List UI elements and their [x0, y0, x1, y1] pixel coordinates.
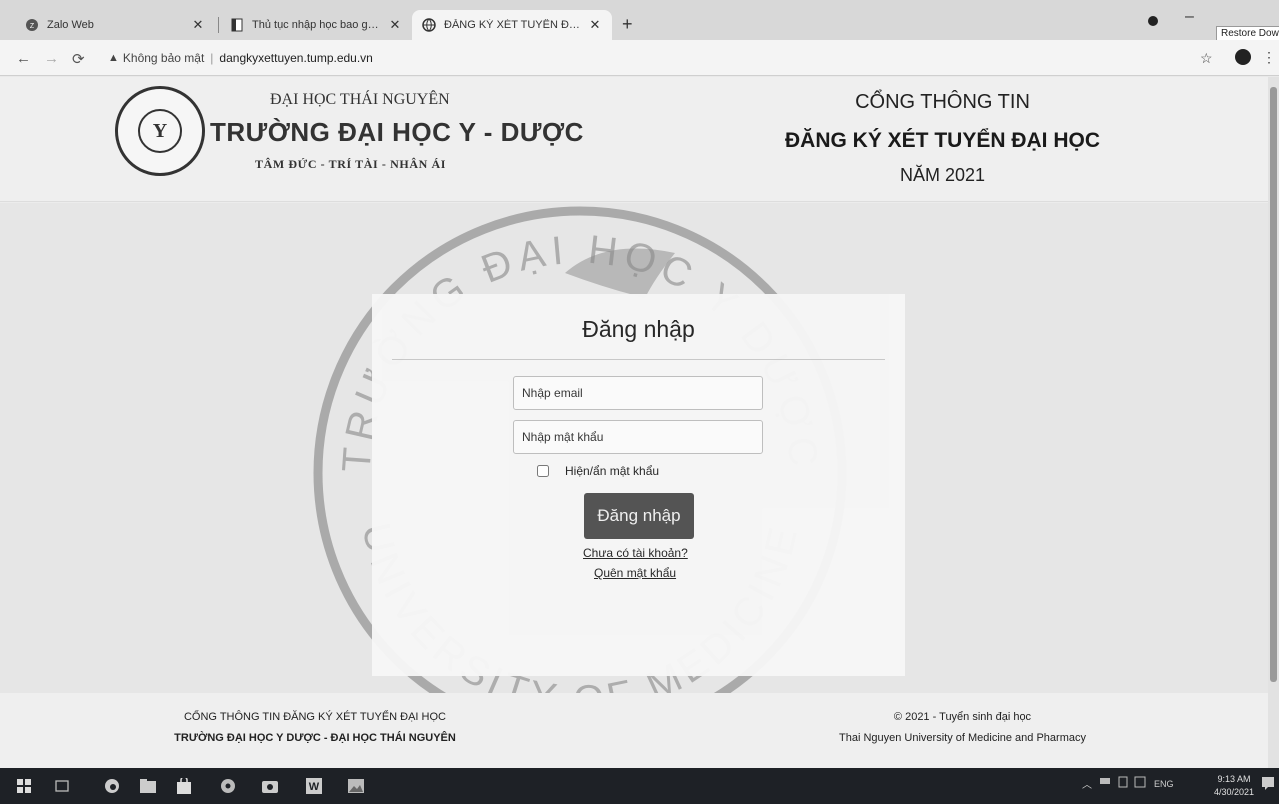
- taskbar-clock[interactable]: 9:13 AM 4/30/2021: [1212, 773, 1256, 799]
- tab-title: ĐĂNG KÝ XÉT TUYỂN ĐẠI HỌC: [444, 19, 580, 31]
- security-label[interactable]: Không bảo mật: [123, 51, 204, 65]
- tab-title: Zalo Web: [47, 19, 94, 31]
- email-input[interactable]: [513, 376, 763, 410]
- footer-portal-name: CỔNG THÔNG TIN ĐĂNG KÝ XÉT TUYỂN ĐẠI HỌC: [183, 711, 446, 723]
- login-button[interactable]: Đăng nhập: [584, 493, 694, 539]
- new-tab-button[interactable]: +: [622, 15, 633, 33]
- footer-university-english: Thai Nguyen University of Medicine and P…: [838, 732, 1086, 744]
- volume-icon[interactable]: [1134, 776, 1146, 791]
- tab-thu-tuc[interactable]: Thủ tục nhập học bao gồm nhữn ✕: [220, 10, 412, 40]
- password-input[interactable]: [513, 420, 763, 454]
- zalo-icon: Z: [25, 18, 39, 32]
- menu-icon[interactable]: ⋮: [1262, 49, 1276, 66]
- notifications-icon[interactable]: [1262, 777, 1274, 794]
- language-indicator[interactable]: ENG: [1154, 779, 1174, 789]
- close-icon[interactable]: ✕: [388, 17, 402, 33]
- login-title: Đăng nhập: [582, 316, 695, 342]
- show-password-checkbox[interactable]: [537, 465, 549, 477]
- back-button[interactable]: ←: [16, 50, 31, 67]
- edge-browser-icon[interactable]: [102, 776, 122, 796]
- footer-copyright: © 2021 - Tuyển sinh đại học: [893, 711, 1032, 723]
- clock-time: 9:13 AM: [1217, 774, 1251, 784]
- file-explorer-icon[interactable]: [138, 776, 158, 796]
- forgot-password-link[interactable]: Quên mật khẩu: [594, 566, 676, 580]
- page-viewport: Y ĐẠI HỌC THÁI NGUYÊN TRƯỜNG ĐẠI HỌC Y -…: [0, 77, 1279, 768]
- footer-university-name: TRƯỜNG ĐẠI HỌC Y DƯỢC - ĐẠI HỌC THÁI NGU…: [174, 732, 456, 744]
- windows-start-icon[interactable]: [14, 776, 34, 796]
- browser-tab-strip: Z Zalo Web ✕ Thủ tục nhập học bao gồm nh…: [0, 0, 1279, 41]
- logo-emblem: Y: [138, 109, 182, 153]
- reload-button[interactable]: ⟳: [72, 50, 85, 68]
- globe-icon: [422, 18, 436, 32]
- battery-icon[interactable]: [1118, 776, 1128, 791]
- parent-university: ĐẠI HỌC THÁI NGUYÊN: [270, 91, 450, 108]
- url-divider: |: [210, 51, 214, 65]
- clock-date: 4/30/2021: [1213, 787, 1255, 797]
- profile-indicator-icon[interactable]: [1147, 14, 1159, 32]
- svg-text:Z: Z: [30, 23, 35, 30]
- portal-title-line2: ĐĂNG KÝ XÉT TUYỂN ĐẠI HỌC: [784, 129, 1101, 152]
- scrollbar-thumb[interactable]: [1270, 87, 1277, 682]
- photos-app-icon[interactable]: [346, 776, 366, 796]
- profile-avatar-icon[interactable]: [1235, 49, 1251, 65]
- tab-dang-ky-xet-tuyen[interactable]: ĐĂNG KÝ XÉT TUYỂN ĐẠI HỌC ✕: [412, 10, 612, 40]
- task-view-icon[interactable]: [52, 776, 72, 796]
- document-icon: [230, 18, 244, 32]
- windows-taskbar: W ︿ ENG 9:13 AM 4/30/2021: [0, 768, 1279, 804]
- store-icon[interactable]: [174, 776, 194, 796]
- site-footer: CỔNG THÔNG TIN ĐĂNG KÝ XÉT TUYỂN ĐẠI HỌC…: [0, 693, 1279, 768]
- university-logo: Y: [115, 86, 205, 176]
- close-icon[interactable]: ✕: [588, 17, 602, 33]
- minimize-button[interactable]: –: [1185, 8, 1194, 26]
- camera-app-icon[interactable]: [260, 776, 280, 796]
- tab-zalo-web[interactable]: Z Zalo Web ✕: [15, 10, 215, 40]
- word-app-icon[interactable]: W: [304, 776, 324, 796]
- register-link[interactable]: Chưa có tài khoản?: [583, 546, 688, 560]
- restore-down-tooltip: Restore Down: [1216, 26, 1279, 41]
- divider: [392, 359, 885, 360]
- show-password-label: Hiện/ẩn mật khẩu: [565, 464, 660, 478]
- browser-toolbar: ← → ⟳ ▲ Không bảo mật | dangkyxettuyen.t…: [0, 40, 1279, 76]
- system-tray-chevron-icon[interactable]: ︿: [1082, 776, 1092, 791]
- svg-text:W: W: [309, 781, 320, 793]
- bookmark-star-icon[interactable]: ☆: [1200, 50, 1213, 67]
- login-card: Đăng nhập Hiện/ẩn mật khẩu Đăng nhập Chư…: [372, 294, 905, 676]
- close-icon[interactable]: ✕: [191, 17, 205, 33]
- portal-title-line1: CỔNG THÔNG TIN: [855, 91, 1030, 113]
- university-motto: TÂM ĐỨC - TRÍ TÀI - NHÂN ÁI: [255, 157, 446, 171]
- warning-icon[interactable]: ▲: [108, 52, 119, 64]
- tab-title: Thủ tục nhập học bao gồm nhữn: [252, 19, 380, 31]
- university-name: TRƯỜNG ĐẠI HỌC Y - DƯỢC: [210, 117, 584, 147]
- url-text[interactable]: dangkyxettuyen.tump.edu.vn: [219, 51, 372, 65]
- media-player-icon[interactable]: [218, 776, 238, 796]
- portal-title-line3: NĂM 2021: [899, 165, 986, 185]
- site-header: Y ĐẠI HỌC THÁI NGUYÊN TRƯỜNG ĐẠI HỌC Y -…: [0, 77, 1279, 202]
- show-password-row[interactable]: Hiện/ẩn mật khẩu: [537, 464, 659, 478]
- vertical-scrollbar[interactable]: [1268, 77, 1279, 768]
- address-bar[interactable]: ▲ Không bảo mật | dangkyxettuyen.tump.ed…: [100, 46, 1185, 70]
- network-icon[interactable]: [1100, 776, 1110, 789]
- tab-divider: [218, 17, 219, 33]
- forward-button[interactable]: →: [44, 50, 59, 67]
